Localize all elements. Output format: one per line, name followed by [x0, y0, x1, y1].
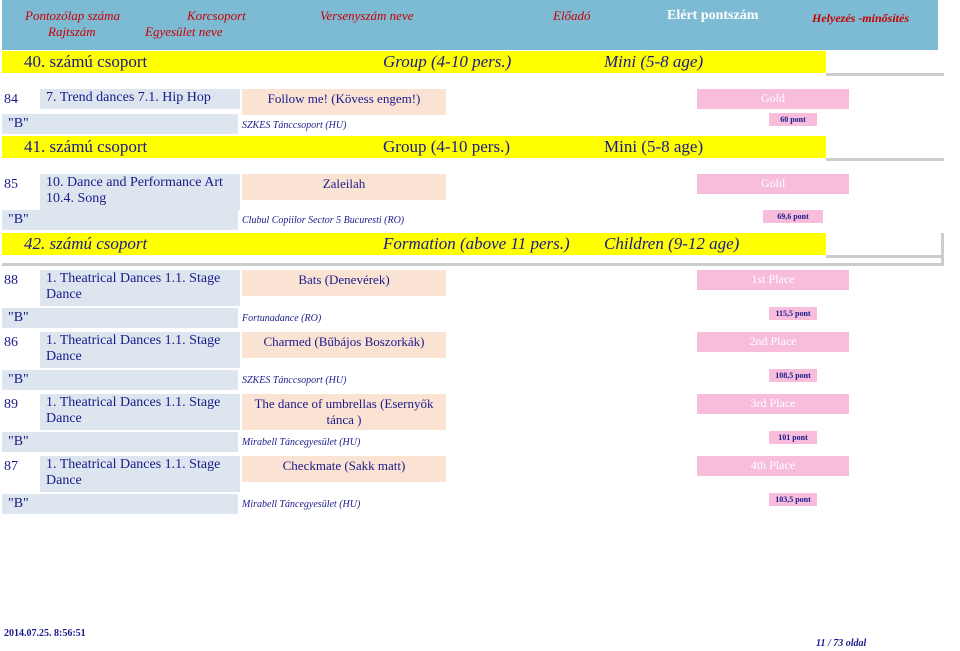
entry-place: Gold — [697, 174, 849, 194]
entry-category: 1. Theatrical Dances 1.1. Stage Dance — [40, 394, 240, 430]
entry-place: 1st Place — [697, 270, 849, 290]
footer-timestamp: 2014.07.25. 8:56:51 — [4, 628, 86, 639]
header-score: Elért pontszám — [667, 8, 759, 23]
entry-points: 60 pont — [769, 113, 817, 126]
entry-club: Mirabell Táncegyesület (HU) — [242, 499, 361, 510]
entry-number: 89 — [4, 397, 18, 412]
header-placement: Helyezés -minősítés — [812, 11, 909, 25]
entry-category-line2: Dance — [46, 411, 82, 426]
entry-number: 88 — [4, 273, 18, 288]
entry-category: 1. Theatrical Dances 1.1. Stage Dance — [40, 332, 240, 368]
entry-title: Bats (Denevérek) — [242, 270, 446, 296]
footer-page-number: 11 / 73 oldal — [816, 638, 867, 649]
entry-category-line1: 7. Trend dances 7.1. Hip Hop — [46, 90, 211, 105]
divider — [826, 73, 944, 76]
entry-place: 2nd Place — [697, 332, 849, 352]
entry-points: 69,6 pont — [763, 210, 823, 223]
entry-club: Clubul Copiilor Sector 5 Bucuresti (RO) — [242, 215, 405, 226]
entry-title: Checkmate (Sakk matt) — [242, 456, 446, 482]
entry-rank: "B" — [2, 494, 238, 514]
entry-title: Charmed (Bűbájos Boszorkák) — [242, 332, 446, 358]
entry-club: SZKES Tánccsoport (HU) — [242, 120, 347, 131]
entry-title: Zaleilah — [242, 174, 446, 200]
divider — [941, 233, 944, 266]
table-header — [2, 0, 938, 50]
entry-number: 85 — [4, 177, 18, 192]
divider — [826, 255, 944, 258]
header-performer: Előadó — [553, 8, 591, 23]
entry-rank: "B" — [2, 370, 238, 390]
entry-place: 3rd Place — [697, 394, 849, 414]
entry-title: Follow me! (Kövess engem!) — [242, 89, 446, 115]
entry-category-line1: 1. Theatrical Dances 1.1. Stage — [46, 333, 221, 348]
group-age: Mini (5-8 age) — [604, 137, 704, 156]
entry-category: 1. Theatrical Dances 1.1. Stage Dance — [40, 270, 240, 306]
entry-place: 4th Place — [697, 456, 849, 476]
entry-category-line2: 10.4. Song — [46, 191, 107, 206]
entry-club: Fortunadance (RO) — [242, 313, 322, 324]
entry-rank: "B" — [2, 210, 238, 230]
entry-category: 1. Theatrical Dances 1.1. Stage Dance — [40, 456, 240, 492]
entry-category-line2: Dance — [46, 473, 82, 488]
entry-number: 87 — [4, 459, 18, 474]
group-age: Children (9-12 age) — [604, 234, 740, 253]
entry-category: 7. Trend dances 7.1. Hip Hop — [40, 89, 240, 109]
entry-number: 84 — [4, 92, 18, 107]
entry-rank: "B" — [2, 308, 238, 328]
group-label: 41. számú csoport — [24, 137, 148, 156]
entry-number: 86 — [4, 335, 18, 350]
group-age: Mini (5-8 age) — [604, 52, 704, 71]
entry-category-line1: 1. Theatrical Dances 1.1. Stage — [46, 271, 221, 286]
entry-category-line1: 1. Theatrical Dances 1.1. Stage — [46, 457, 221, 472]
group-label: 40. számú csoport — [24, 52, 148, 71]
entry-club: SZKES Tánccsoport (HU) — [242, 375, 347, 386]
group-label: 42. számú csoport — [24, 234, 148, 253]
entry-category-line2: Dance — [46, 349, 82, 364]
header-age-group: Korcsoport — [187, 8, 246, 23]
header-event-name: Versenyszám neve — [320, 8, 414, 23]
header-gap — [938, 0, 956, 50]
divider — [2, 263, 944, 266]
header-club-name: Egyesület neve — [145, 24, 223, 39]
entry-category-line2: Dance — [46, 287, 82, 302]
entry-points: 101 pont — [769, 431, 817, 444]
header-start-number: Rajtszám — [48, 24, 96, 39]
entry-category: 10. Dance and Performance Art 10.4. Song — [40, 174, 240, 210]
group-type: Group (4-10 pers.) — [383, 137, 510, 156]
entry-title: The dance of umbrellas (Esernyők tánca ) — [242, 394, 446, 430]
divider — [826, 158, 944, 161]
entry-points: 103,5 pont — [769, 493, 817, 506]
entry-category-line1: 10. Dance and Performance Art — [46, 175, 223, 190]
group-type: Group (4-10 pers.) — [383, 52, 512, 71]
entry-rank: "B" — [2, 114, 238, 134]
group-type: Formation (above 11 pers.) — [383, 234, 570, 253]
header-sheet-number: Pontozólap száma — [25, 8, 120, 23]
entry-club: Mirabell Táncegyesület (HU) — [242, 437, 361, 448]
entry-place: Gold — [697, 89, 849, 109]
entry-category-line1: 1. Theatrical Dances 1.1. Stage — [46, 395, 221, 410]
entry-points: 115,5 pont — [769, 307, 817, 320]
entry-points: 108,5 pont — [769, 369, 817, 382]
entry-rank: "B" — [2, 432, 238, 452]
